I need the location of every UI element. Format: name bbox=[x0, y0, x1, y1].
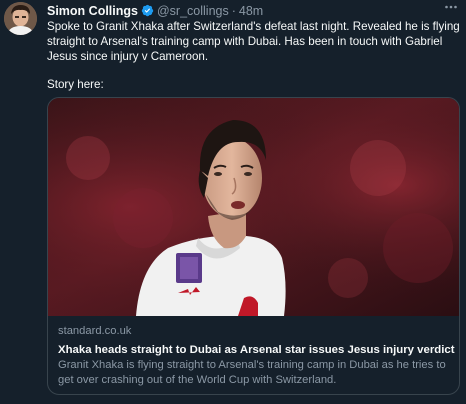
story-label: Story here: bbox=[47, 78, 104, 91]
tweet-text-line: Spoke to Granit Xhaka after Switzerland'… bbox=[47, 20, 460, 33]
tweet-text-line: straight to Arsenal's training camp with… bbox=[47, 35, 443, 48]
timestamp[interactable]: 48m bbox=[239, 4, 263, 18]
avatar[interactable] bbox=[4, 2, 37, 35]
card-domain: standard.co.uk bbox=[58, 325, 132, 337]
card-image[interactable] bbox=[48, 98, 459, 316]
tweet[interactable]: Simon Collings @sr_collings · 48m Spoke … bbox=[0, 0, 466, 404]
more-icon[interactable] bbox=[444, 0, 458, 17]
avatar-image bbox=[4, 2, 37, 35]
separator-dot: · bbox=[231, 3, 236, 18]
verified-badge-icon bbox=[141, 4, 154, 17]
card-description: Granit Xhaka is flying straight to Arsen… bbox=[58, 358, 453, 388]
tweet-header: Simon Collings @sr_collings · 48m bbox=[47, 2, 460, 19]
author-name[interactable]: Simon Collings bbox=[47, 4, 138, 18]
card-description-line: get over crashing out of the World Cup w… bbox=[58, 374, 337, 386]
link-preview-card[interactable]: standard.co.uk Xhaka heads straight to D… bbox=[47, 97, 460, 395]
card-title: Xhaka heads straight to Dubai as Arsenal… bbox=[58, 344, 455, 356]
author-handle[interactable]: @sr_collings bbox=[157, 4, 229, 18]
card-text: standard.co.uk Xhaka heads straight to D… bbox=[58, 324, 455, 388]
player-photo bbox=[48, 98, 459, 316]
card-description-line: Granit Xhaka is flying straight to Arsen… bbox=[58, 359, 446, 371]
tweet-text-line: Jesus since injury v Cameroon. bbox=[47, 50, 209, 63]
tweet-text: Spoke to Granit Xhaka after Switzerland'… bbox=[47, 19, 460, 64]
